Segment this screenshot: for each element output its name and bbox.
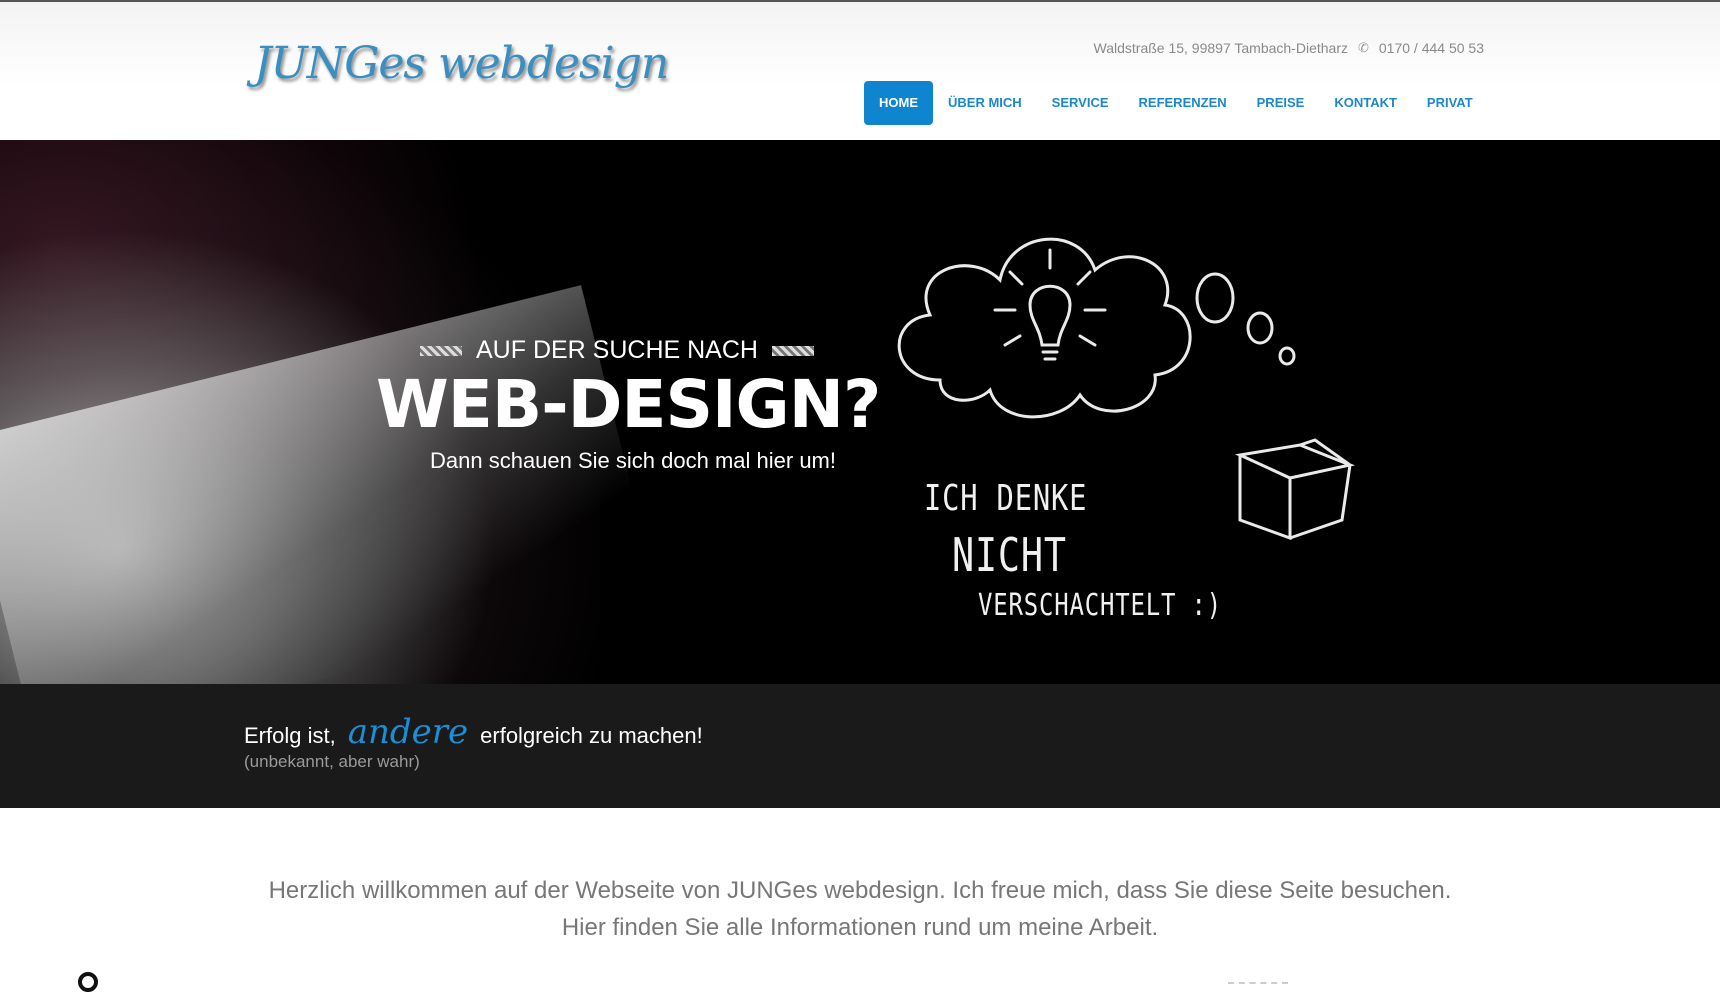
quote-after: erfolgreich zu machen! (480, 723, 703, 748)
site-logo[interactable]: JUNGes webdesign (254, 38, 669, 89)
address-text: Waldstraße 15, 99897 Tambach-Dietharz (1093, 40, 1348, 56)
main-nav: HOME ÜBER MICH SERVICE REFERENZEN PREISE… (864, 81, 1488, 125)
site-header: JUNGes webdesign Waldstraße 15, 99897 Ta… (0, 0, 1720, 140)
phone-icon: ✆ (1357, 40, 1369, 55)
thought-bubble-large (1195, 272, 1235, 324)
chalk-text-line3: VERSCHACHTELT :) (978, 588, 1222, 623)
thought-cloud-shape (897, 237, 1192, 419)
quote-source: (unbekannt, aber wahr) (244, 752, 420, 771)
hero-pretitle-text: AUF DER SUCHE NACH (476, 336, 758, 364)
nav-item-home[interactable]: HOME (864, 81, 933, 125)
box-icon (1234, 438, 1356, 541)
quote-text: Erfolg ist, andere erfolgreich zu machen… (244, 712, 703, 752)
stripe-decoration-left (420, 345, 462, 356)
thought-bubble-small (1278, 346, 1296, 366)
phone-text[interactable]: 0170 / 444 50 53 (1379, 40, 1484, 56)
quote-accent: andere (347, 712, 469, 752)
light-bulb-icon (1028, 284, 1072, 347)
location-pin-icon (78, 972, 98, 992)
welcome-line2: Hier finden Sie alle Informationen rund … (561, 914, 1159, 941)
hero-pretitle: AUF DER SUCHE NACH (420, 336, 814, 365)
hero-slider: AUF DER SUCHE NACH WEB-DESIGN? Dann scha… (0, 140, 1720, 684)
nav-item-privat[interactable]: PRIVAT (1412, 81, 1488, 125)
stripe-decoration-right (771, 345, 814, 356)
nav-item-preise[interactable]: PREISE (1242, 81, 1320, 125)
quote-band: Erfolg ist, andere erfolgreich zu machen… (0, 684, 1720, 808)
welcome-text: Herzlich willkommen auf der Webseite von… (0, 872, 1720, 946)
nav-item-referenzen[interactable]: REFERENZEN (1124, 81, 1242, 125)
nav-item-service[interactable]: SERVICE (1037, 81, 1124, 125)
thought-bubble-medium (1246, 311, 1274, 345)
chalk-text-line1: ICH DENKE (924, 478, 1088, 519)
quote-before: Erfolg ist, (244, 723, 336, 748)
hero-title: WEB-DESIGN? (376, 366, 881, 443)
welcome-line1: Herzlich willkommen auf der Webseite von… (268, 877, 1452, 904)
nav-item-ueber-mich[interactable]: ÜBER MICH (933, 81, 1037, 125)
hero-tagline: Dann schauen Sie sich doch mal hier um! (430, 448, 836, 473)
partial-decoration-icon (1228, 982, 1288, 990)
chalk-text-line2: NICHT (952, 528, 1067, 582)
contact-info: Waldstraße 15, 99897 Tambach-Dietharz ✆ … (1094, 40, 1484, 56)
nav-item-kontakt[interactable]: KONTAKT (1319, 81, 1412, 125)
